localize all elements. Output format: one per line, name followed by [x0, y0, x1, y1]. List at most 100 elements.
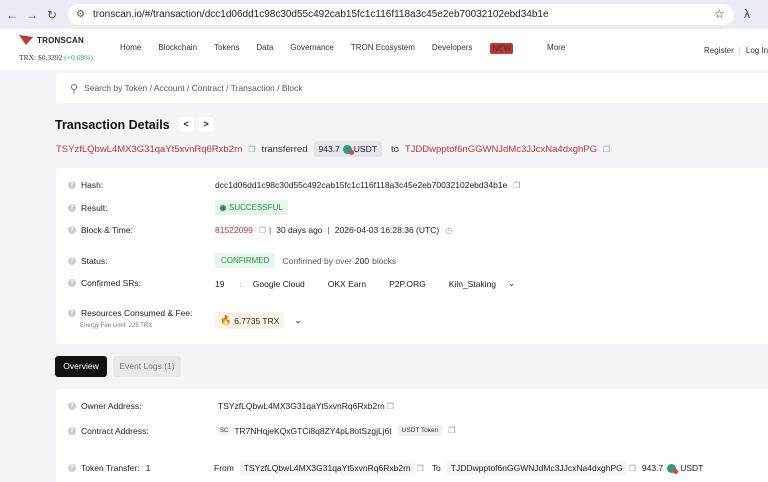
help-icon[interactable]: ?	[68, 204, 76, 212]
nav-developers[interactable]: Developers NEW	[432, 43, 530, 54]
help-icon[interactable]: ?	[68, 279, 76, 287]
transfer-amount: 943.7	[641, 463, 664, 473]
sr-item[interactable]: P2P.ORG	[389, 279, 426, 289]
to-text: to	[390, 143, 399, 155]
sr-item[interactable]: OKX Earn	[328, 279, 366, 289]
help-icon[interactable]: ?	[68, 257, 76, 265]
chevron-down-icon[interactable]: ⌄	[508, 278, 515, 289]
sr-item[interactable]: Kiln_Staking	[449, 279, 496, 289]
from-address-link[interactable]: TSYzfLQbwL4MX3G31qaYt5xvnRq6Rxb2rn	[56, 144, 242, 155]
copy-icon[interactable]: ❐	[387, 402, 394, 411]
resources-label-text: Resources Consumed & Fee:	[81, 308, 193, 318]
help-icon[interactable]: ?	[68, 402, 76, 410]
token-transfer-label: ? Token Transfer: 1	[68, 463, 150, 473]
auth-links: Register | Log In	[704, 46, 768, 55]
copy-icon[interactable]: ❐	[629, 464, 636, 473]
token-symbol[interactable]: USDT	[354, 144, 377, 154]
site-header: TRONSCAN TRX: $0.3392 (+0.69%) Home Bloc…	[0, 29, 768, 70]
contract-address-link[interactable]: TR7NHqjeKQxGTCi8q8ZY4pL8otSzgjLj6t	[234, 426, 391, 436]
status-note-count: 200	[354, 255, 370, 266]
nav-blockchain[interactable]: Blockchain	[158, 43, 197, 54]
main-nav: Home Blockchain Tokens Data Governance T…	[120, 43, 582, 54]
energy-fee-limit: Energy Fee Limit: 225 TRX	[80, 323, 153, 329]
help-icon[interactable]: ?	[68, 181, 76, 189]
contract-label: ? Contract Address:	[68, 426, 149, 436]
copy-icon[interactable]: ❐	[513, 181, 520, 190]
star-icon[interactable]: ☆	[714, 7, 725, 21]
divider: |	[327, 225, 330, 235]
forward-arrow-icon[interactable]: →	[22, 8, 42, 22]
owner-value: TSYzfLQbwL4MX3G31qaYt5xvnRq6Rxb2rn ❐	[218, 401, 400, 411]
transfer-token[interactable]: USDT	[680, 463, 703, 473]
result-label: ? Result:	[68, 203, 107, 213]
result-label-text: Result:	[81, 203, 108, 213]
hash-label-text: Hash:	[81, 180, 104, 190]
copy-icon[interactable]: ❐	[448, 426, 455, 435]
extension-icon[interactable]: λ	[744, 7, 750, 21]
nav-tokens[interactable]: Tokens	[214, 43, 239, 54]
transfer-to-link[interactable]: TJDDwpptof6nGGWNJdMc3JJcxNa4dxghPG	[446, 461, 627, 475]
help-icon[interactable]: ?	[68, 427, 76, 435]
tab-event-logs[interactable]: Event Logs (1)	[113, 356, 181, 377]
sr-bullet-icon: ∟	[238, 278, 247, 289]
next-transaction-button[interactable]: >	[198, 117, 214, 132]
to-address-link[interactable]: TJDDwpptof6nGGWNJdMc3JJcxNa4dxghPG	[405, 144, 597, 155]
search-input[interactable]: Search by Token / Account / Contract / T…	[84, 83, 303, 93]
overview-card: ? Owner Address: TSYzfLQbwL4MX3G31qaYt5xv…	[56, 389, 768, 482]
block-number-link[interactable]: 81522099	[215, 225, 253, 235]
divider: |	[738, 46, 741, 55]
check-circle-icon	[220, 204, 226, 211]
nav-governance[interactable]: Governance	[290, 43, 334, 54]
address-bar[interactable]: ⚙ tronscan.io/#/transaction/dcc1d06dd1c9…	[68, 4, 734, 25]
block-time-value: 81522099 ❐ | 30 days ago | 2026-04-03 16…	[215, 225, 458, 235]
trx-price: TRX: $0.3392 (+0.69%)	[19, 53, 93, 62]
chevron-down-icon[interactable]: ⌄	[294, 315, 301, 326]
nav-data[interactable]: Data	[256, 43, 273, 54]
help-icon[interactable]: ?	[68, 226, 76, 234]
flame-icon: 🔥	[220, 315, 232, 325]
copy-icon[interactable]: ❐	[259, 226, 266, 235]
logo[interactable]: TRONSCAN	[19, 35, 84, 45]
token-transfer-count: 1	[145, 463, 151, 473]
price-value: TRX: $0.3392	[19, 53, 63, 62]
register-link[interactable]: Register	[704, 46, 734, 55]
help-icon[interactable]: ?	[68, 309, 76, 317]
site-settings-icon[interactable]: ⚙	[76, 9, 85, 20]
transferred-text: transferred	[261, 143, 308, 155]
reload-icon[interactable]: ↻	[42, 8, 62, 22]
block-age: 30 days ago	[276, 225, 323, 235]
fee-value: 🔥 6.7735 TRX ⌄	[215, 312, 302, 329]
copy-icon[interactable]: ❐	[603, 145, 610, 154]
transfer-from-link[interactable]: TSYzfLQbwL4MX3G31qaYt5xvnRq6Rxb2rn	[239, 461, 415, 475]
hash-value-text: dcc1d06dd1c98c30d55c492cab15fc1c116f118a…	[215, 180, 508, 190]
prev-transaction-button[interactable]: <	[178, 117, 194, 132]
transfer-summary: TSYzfLQbwL4MX3G31qaYt5xvnRq6Rxb2rn ❐ tra…	[56, 141, 616, 157]
clock-icon[interactable]: ◷	[445, 226, 452, 235]
logo-text: TRONSCAN	[37, 35, 84, 45]
new-badge: NEW	[490, 43, 514, 54]
status-note-suffix: blocks	[372, 255, 397, 266]
status-value: CONFIRMED Confirmed by over 200 blocks	[215, 253, 396, 268]
sr-item[interactable]: Google Cloud	[253, 279, 305, 289]
nav-more[interactable]: More	[547, 43, 565, 54]
usdt-token-icon	[667, 463, 679, 474]
price-change: (+0.69%)	[64, 53, 93, 62]
url-text: tronscan.io/#/transaction/dcc1d06dd1c98c…	[92, 9, 549, 20]
token-transfer-value: From TSYzfLQbwL4MX3G31qaYt5xvnRq6Rxb2rn …	[214, 461, 703, 475]
login-link[interactable]: Log In	[746, 46, 768, 55]
help-icon[interactable]: ?	[68, 464, 76, 472]
nav-tron-ecosystem[interactable]: TRON Ecosystem	[351, 43, 415, 54]
token-tag[interactable]: USDT Token	[397, 425, 443, 436]
search-icon: ⚲	[70, 82, 79, 95]
amount-pill: 943.7 USDT	[313, 141, 382, 157]
copy-icon[interactable]: ❐	[417, 464, 424, 473]
search-bar[interactable]: ⚲ Search by Token / Account / Contract /…	[56, 73, 768, 103]
back-arrow-icon[interactable]: ←	[2, 8, 22, 22]
owner-address-link[interactable]: TSYzfLQbwL4MX3G31qaYt5xvnRq6Rxb2rn	[218, 401, 385, 411]
nav-home[interactable]: Home	[120, 43, 141, 54]
tab-overview[interactable]: Overview	[55, 356, 107, 377]
transaction-details-card: ? Hash: dcc1d06dd1c98c30d55c492cab15fc1c1…	[56, 168, 768, 344]
copy-icon[interactable]: ❐	[248, 145, 255, 154]
confirmed-badge: CONFIRMED	[215, 253, 276, 268]
result-value: SUCCESSFUL	[215, 200, 288, 215]
